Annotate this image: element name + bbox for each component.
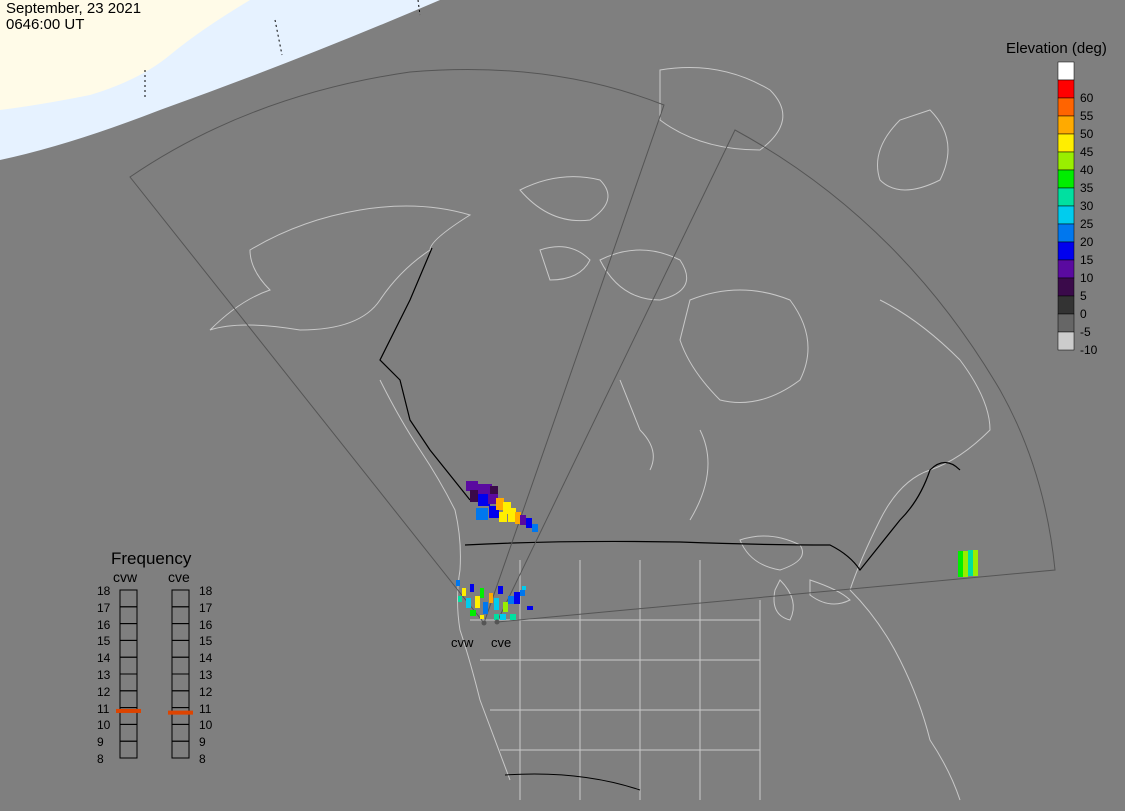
elevation-label: 50 <box>1080 127 1094 141</box>
backscatter-near <box>456 580 533 620</box>
elevation-swatch <box>1057 97 1075 117</box>
elevation-colorbar <box>1057 61 1075 351</box>
elevation-label: -5 <box>1080 325 1091 339</box>
frequency-tick-label: 9 <box>97 735 104 750</box>
frequency-title: Frequency <box>111 549 192 568</box>
elevation-swatch <box>1057 259 1075 279</box>
radar-site-cve <box>494 619 500 625</box>
frequency-tick-label: 10 <box>97 718 111 733</box>
frequency-tick-label: 8 <box>199 752 206 766</box>
frequency-tick-label: 16 <box>97 617 111 632</box>
elevation-swatch <box>1057 295 1075 315</box>
elevation-label: 5 <box>1080 289 1087 303</box>
frequency-marker <box>168 710 193 715</box>
elevation-label: 25 <box>1080 217 1094 231</box>
elevation-swatch <box>1057 115 1075 135</box>
frequency-tick-label: 11 <box>97 701 110 716</box>
frequency-cell <box>119 656 138 675</box>
frequency-cell <box>119 589 138 608</box>
elevation-swatch <box>1057 133 1075 153</box>
frequency-tick-label: 13 <box>199 668 213 682</box>
frequency-cell <box>171 606 190 625</box>
radar-label-cve: cve <box>491 635 512 650</box>
elevation-swatch <box>1057 241 1075 261</box>
frequency-bars <box>116 589 193 759</box>
frequency-cell <box>171 690 190 709</box>
frequency-cell <box>171 707 190 725</box>
frequency-tick-label: 11 <box>199 701 212 716</box>
elevation-swatch <box>1057 151 1075 171</box>
radar-map <box>0 0 1075 801</box>
frequency-tick-label: 8 <box>97 752 104 766</box>
frequency-tick-label: 12 <box>199 684 213 699</box>
frequency-label-cvw: cvw <box>113 569 138 585</box>
elevation-label: -10 <box>1080 343 1098 357</box>
elevation-label: 35 <box>1080 181 1094 195</box>
radar-label-cvw: cvw <box>451 635 474 650</box>
elevation-swatch <box>1057 169 1075 189</box>
elevation-label: 20 <box>1080 235 1094 249</box>
elevation-label: 0 <box>1080 307 1087 321</box>
frequency-tick-label: 16 <box>199 617 213 632</box>
backscatter-cvw <box>466 481 538 532</box>
frequency-cell <box>171 623 190 641</box>
elevation-legend-title: Elevation (deg) <box>1006 40 1107 57</box>
frequency-cell <box>119 740 138 759</box>
frequency-tick-label: 14 <box>199 651 213 666</box>
frequency-tick-label: 9 <box>199 735 206 750</box>
elevation-swatch <box>1057 205 1075 225</box>
frequency-cell <box>171 740 190 759</box>
frequency-tick-label: 10 <box>199 718 213 733</box>
coastlines <box>209 67 991 801</box>
frequency-cell <box>171 639 190 658</box>
elevation-label: 60 <box>1080 91 1094 105</box>
frequency-cell <box>171 656 190 675</box>
elevation-swatch <box>1057 61 1075 81</box>
elevation-label: 55 <box>1080 109 1094 123</box>
frequency-cell <box>119 606 138 625</box>
elevation-swatch <box>1057 277 1075 297</box>
elevation-swatch <box>1057 223 1075 243</box>
frequency-cell <box>171 589 190 608</box>
elevation-label: 10 <box>1080 271 1094 285</box>
frequency-cell <box>119 623 138 641</box>
elevation-swatch <box>1057 187 1075 207</box>
frequency-tick-label: 13 <box>97 668 111 682</box>
elevation-swatch <box>1057 331 1075 351</box>
frequency-tick-label: 12 <box>97 684 111 699</box>
frequency-cell <box>171 673 190 692</box>
frequency-cell <box>119 723 138 742</box>
radar-site-cvw <box>481 620 487 626</box>
frequency-tick-label: 18 <box>97 584 111 598</box>
frequency-cell <box>119 673 138 692</box>
timestamp: September, 23 2021 0646:00 UT <box>6 1 141 33</box>
mexico-border <box>504 773 641 791</box>
elevation-label: 40 <box>1080 163 1094 177</box>
frequency-cell <box>171 723 190 742</box>
elevation-swatch <box>1057 313 1075 333</box>
frequency-cell <box>119 639 138 658</box>
elevation-label: 45 <box>1080 145 1094 159</box>
frequency-label-cve: cve <box>168 569 190 585</box>
radar-fov <box>129 69 1056 625</box>
frequency-cell <box>119 690 138 709</box>
time-text: 0646:00 UT <box>6 16 85 33</box>
frequency-tick-label: 14 <box>97 651 111 666</box>
frequency-tick-label: 17 <box>97 600 111 615</box>
frequency-marker <box>116 708 141 713</box>
elevation-label: 15 <box>1080 253 1094 267</box>
frequency-tick-label: 18 <box>199 584 213 598</box>
date-text: September, 23 2021 <box>6 0 142 17</box>
frequency-tick-label: 17 <box>199 600 213 615</box>
backscatter-east <box>958 550 978 577</box>
elevation-label: 30 <box>1080 199 1094 213</box>
frequency-tick-label: 15 <box>199 634 213 649</box>
elevation-swatch <box>1057 79 1075 99</box>
frequency-tick-label: 15 <box>97 634 111 649</box>
